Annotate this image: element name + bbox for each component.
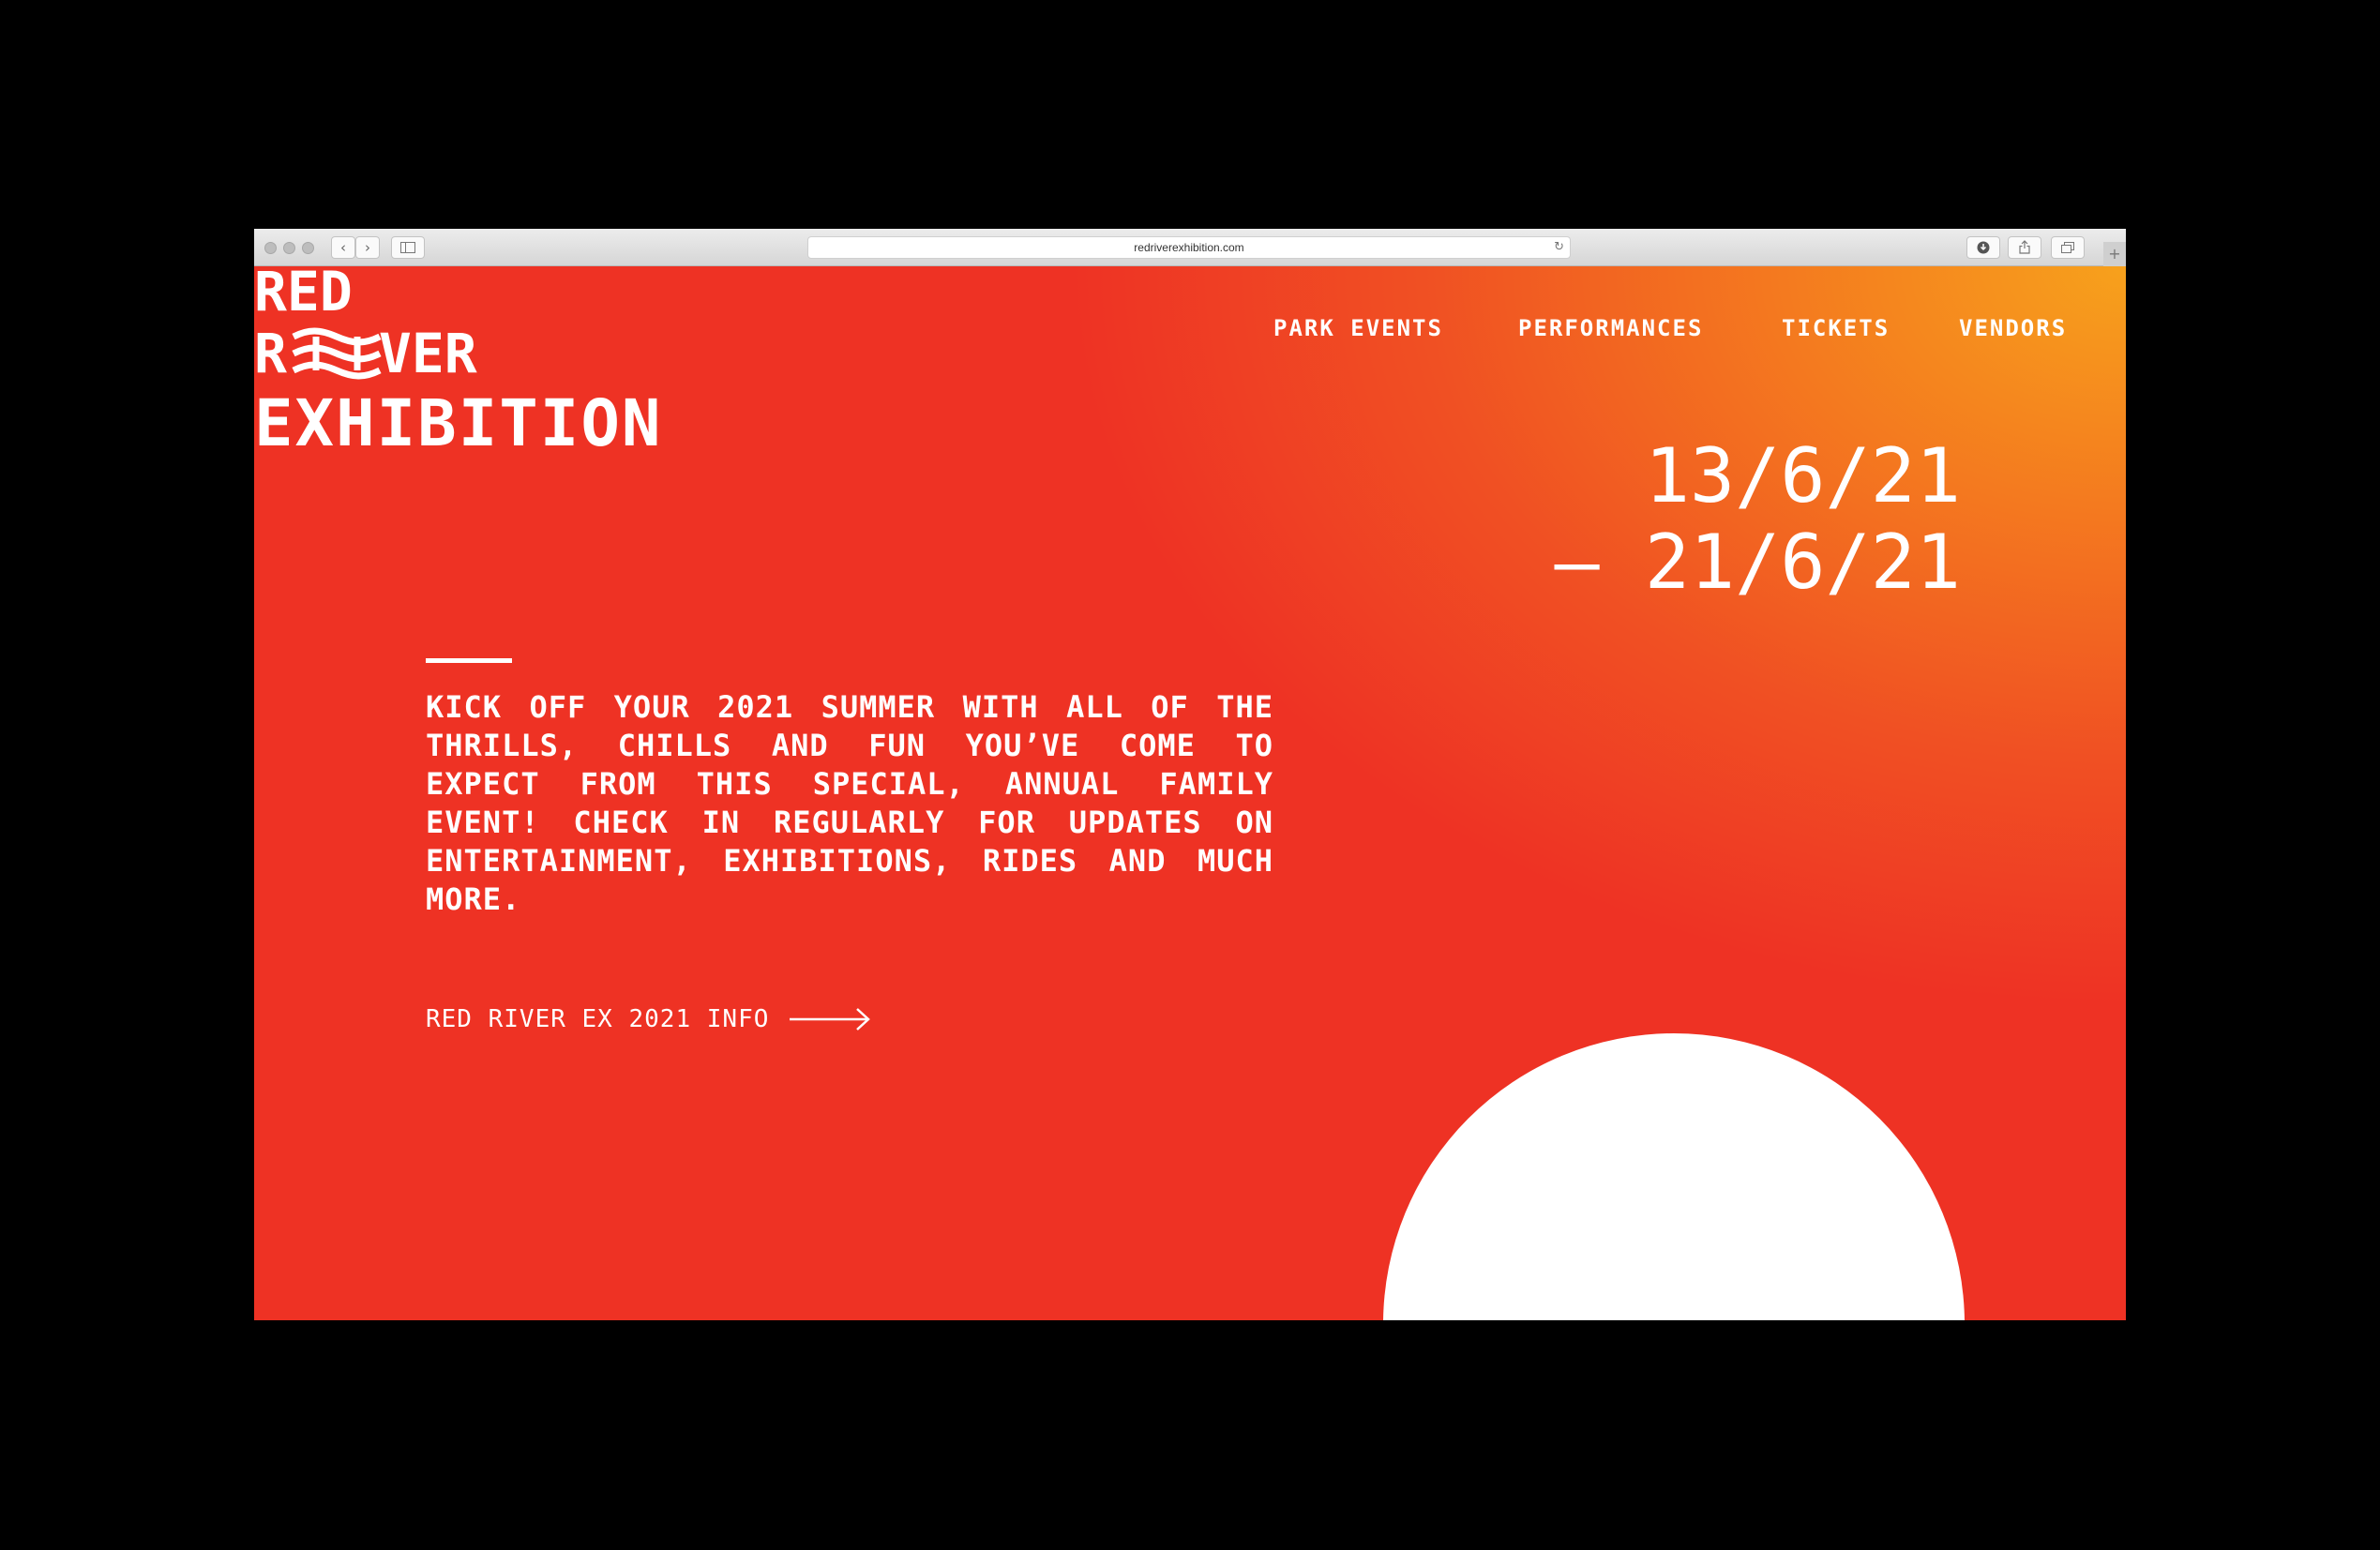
browser-window: ‹ › redriverexhibition.com ↻ — [254, 229, 2126, 1320]
forward-icon[interactable]: › — [355, 236, 380, 259]
page-viewport: RED RVER EXHIBITION PARK EVENTS PERFORMA… — [254, 266, 2126, 1320]
nav-tickets[interactable]: TICKETS — [1782, 315, 1890, 341]
reload-icon[interactable]: ↻ — [1554, 237, 1564, 258]
nav-park-events[interactable]: PARK EVENTS — [1273, 315, 1443, 341]
nav-vendors[interactable]: VENDORS — [1959, 315, 2067, 341]
end-date: – 21/6/21 — [1555, 519, 1961, 606]
info-link-label[interactable]: RED RIVER EX 2021 INFO — [426, 1005, 769, 1033]
address-bar[interactable]: redriverexhibition.com ↻ — [807, 236, 1571, 259]
back-icon[interactable]: ‹ — [331, 236, 355, 259]
event-dates: 13/6/21 – 21/6/21 — [1555, 433, 1961, 606]
download-icon[interactable] — [1966, 236, 2000, 259]
logo-line-1: RED — [254, 266, 353, 319]
url-text[interactable]: redriverexhibition.com — [808, 237, 1570, 258]
logo-line-3: EXHIBITION — [254, 392, 662, 457]
divider — [426, 658, 512, 663]
zoom-window-button[interactable] — [302, 242, 314, 254]
intro-text: KICK OFF YOUR 2021 SUMMER WITH ALL OF TH… — [426, 688, 1273, 919]
sidebar-icon[interactable] — [391, 236, 425, 259]
close-window-button[interactable] — [264, 242, 277, 254]
arrow-right-icon[interactable] — [790, 1007, 870, 1031]
minimize-window-button[interactable] — [283, 242, 295, 254]
share-icon[interactable] — [2008, 236, 2041, 259]
browser-toolbar: ‹ › redriverexhibition.com ↻ — [254, 229, 2126, 266]
start-date: 13/6/21 — [1555, 433, 1961, 519]
new-tab-button[interactable]: + — [2103, 242, 2126, 266]
tabs-icon[interactable] — [2051, 236, 2085, 259]
decorative-circle — [1383, 1033, 1965, 1320]
main-nav: PARK EVENTS PERFORMANCES TICKETS VENDORS — [254, 315, 2126, 353]
info-link[interactable]: RED RIVER EX 2021 INFO — [426, 1005, 870, 1033]
nav-performances[interactable]: PERFORMANCES — [1518, 315, 1703, 341]
